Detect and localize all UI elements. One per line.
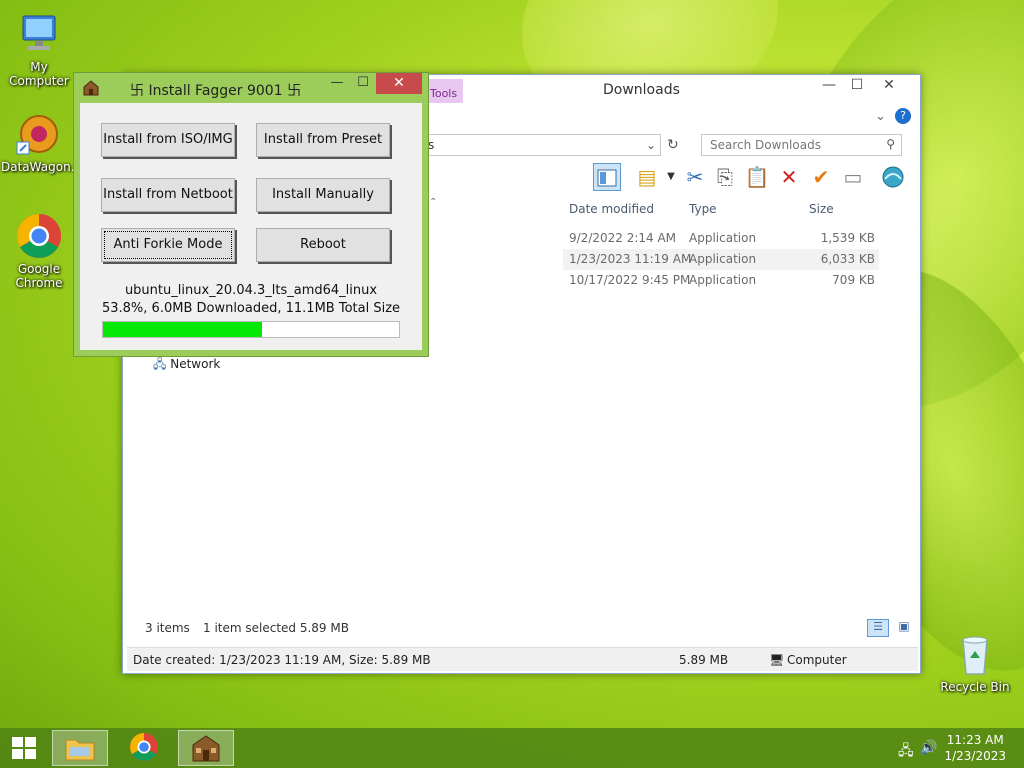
- nav-item-network[interactable]: 🖧 Network: [153, 355, 220, 376]
- row-size: 1,539 KB: [820, 231, 875, 245]
- row-type: Application: [689, 252, 757, 266]
- installer-title-bar[interactable]: 卐 Install Fagger 9001 卐 — ☐ ✕: [74, 73, 428, 103]
- clock-date: 1/23/2023: [944, 749, 1006, 763]
- desktop-icon-datawagon[interactable]: DataWagon...: [1, 110, 83, 174]
- desktop-icon-label: My Computer: [9, 60, 69, 88]
- installer-dialog[interactable]: 卐 Install Fagger 9001 卐 — ☐ ✕ Install fr…: [73, 72, 429, 357]
- desktop-icon-google-chrome[interactable]: Google Chrome: [1, 212, 77, 290]
- install-netboot-button[interactable]: Install from Netboot: [101, 178, 235, 212]
- sort-indicator-icon: ⌃: [429, 197, 438, 208]
- reboot-button[interactable]: Reboot: [256, 228, 390, 262]
- details-view-icon[interactable]: ☰: [867, 619, 889, 637]
- cut-icon[interactable]: ✂: [681, 163, 709, 191]
- recycle-bin-icon: [951, 630, 999, 678]
- status-item-count: 3 items: [145, 621, 190, 635]
- download-progress-bar: [102, 321, 400, 338]
- minimize-button[interactable]: —: [324, 75, 350, 90]
- help-icon[interactable]: ?: [895, 108, 911, 124]
- desktop-icon-label: Google Chrome: [15, 262, 63, 290]
- install-preset-button[interactable]: Install from Preset: [256, 123, 390, 157]
- row-date: 10/17/2022 9:45 PM: [569, 273, 691, 287]
- nav-item-label: Network: [170, 357, 221, 371]
- app-house-icon: [192, 735, 220, 762]
- installer-body: Install from ISO/IMG Install from Preset…: [80, 103, 422, 350]
- close-button[interactable]: ✕: [875, 77, 903, 93]
- row-date: 1/23/2023 11:19 AM: [569, 252, 692, 266]
- desktop-icon-recycle-bin[interactable]: Recycle Bin: [936, 630, 1014, 694]
- ribbon-expand-icon[interactable]: ⌄: [875, 109, 886, 124]
- chrome-icon: [130, 733, 158, 761]
- taskbar-file-explorer[interactable]: [52, 730, 108, 766]
- rename-icon[interactable]: ▭: [839, 163, 867, 191]
- search-input[interactable]: Search Downloads ⚲: [701, 134, 902, 156]
- address-bar[interactable]: s ⌄: [423, 134, 661, 156]
- install-iso-button[interactable]: Install from ISO/IMG: [101, 123, 235, 157]
- preview-pane-icon[interactable]: [593, 163, 621, 191]
- close-button[interactable]: ✕: [376, 73, 422, 94]
- anti-forkie-mode-button[interactable]: Anti Forkie Mode: [101, 228, 235, 262]
- taskbar-installer[interactable]: [178, 730, 234, 766]
- computer-small-icon: 🖥: [769, 653, 785, 667]
- row-size: 6,033 KB: [820, 252, 875, 266]
- desktop-icon-my-computer[interactable]: My Computer: [1, 10, 77, 88]
- desktop-icon-label: Recycle Bin: [940, 680, 1010, 694]
- row-type: Application: [689, 273, 757, 287]
- paste-icon[interactable]: 📋: [743, 163, 771, 191]
- installer-title: 卐 Install Fagger 9001 卐: [130, 80, 301, 100]
- maximize-button[interactable]: ☐: [843, 77, 871, 93]
- status-bar: 3 items 1 item selected 5.89 MB ☰ ▣: [123, 617, 920, 641]
- search-placeholder: Search Downloads: [710, 138, 821, 152]
- title-glyph-right: 卐: [287, 83, 302, 99]
- maximize-button[interactable]: ☐: [350, 75, 376, 90]
- ribbon-tab-tools[interactable]: Tools: [425, 79, 463, 103]
- taskbar-clock[interactable]: 11:23 AM 1/23/2023: [944, 732, 1006, 764]
- app-house-icon: [82, 79, 100, 100]
- chrome-icon: [15, 212, 63, 260]
- row-type: Application: [689, 231, 757, 245]
- row-date: 9/2/2022 2:14 AM: [569, 231, 677, 245]
- network-tray-icon[interactable]: 🖧: [898, 740, 914, 764]
- clock-time: 11:23 AM: [946, 733, 1004, 747]
- explorer-title: Downloads: [603, 82, 680, 98]
- copy-icon[interactable]: ⎘: [711, 163, 739, 191]
- volume-icon[interactable]: 🔊: [920, 740, 937, 756]
- network-icon: 🖧: [153, 357, 167, 371]
- column-size[interactable]: Size: [809, 202, 834, 216]
- download-filename: ubuntu_linux_20.04.3_lts_amd64_linux: [124, 283, 378, 298]
- download-progress-fill: [103, 322, 263, 337]
- table-row[interactable]: 10/17/2022 9:45 PM Application 709 KB: [563, 270, 879, 291]
- table-row[interactable]: 9/2/2022 2:14 AM Application 1,539 KB: [563, 228, 879, 249]
- table-row-selected[interactable]: 1/23/2023 11:19 AM Application 6,033 KB: [563, 249, 879, 270]
- computer-icon: [15, 10, 63, 58]
- column-date-modified[interactable]: Date modified: [569, 202, 654, 216]
- details-location: Computer: [787, 653, 847, 667]
- installer-title-text: Install Fagger 9001: [148, 83, 283, 99]
- taskbar: 🖧 🔊 11:23 AM 1/23/2023: [0, 728, 1024, 768]
- row-size: 709 KB: [832, 273, 875, 287]
- column-type[interactable]: Type: [689, 202, 717, 216]
- windows-logo-icon: [12, 737, 36, 759]
- check-icon[interactable]: ✔: [807, 163, 835, 191]
- download-progress-text: 53.8%, 6.0MB Downloaded, 11.1MB Total Si…: [101, 301, 401, 316]
- shell-icon[interactable]: [879, 163, 907, 191]
- taskbar-chrome[interactable]: [116, 730, 172, 766]
- refresh-icon[interactable]: ↻: [667, 137, 679, 153]
- details-created: Date created: 1/23/2023 11:19 AM, Size: …: [133, 653, 431, 667]
- large-icons-view-icon[interactable]: ▣: [893, 619, 915, 637]
- address-dropdown-icon[interactable]: ⌄: [646, 138, 656, 152]
- desktop-icon-label: DataWagon...: [1, 160, 83, 174]
- details-size: 5.89 MB: [679, 653, 729, 667]
- status-selection: 1 item selected 5.89 MB: [203, 621, 349, 635]
- delete-icon[interactable]: ✕: [775, 163, 803, 191]
- details-bar: Date created: 1/23/2023 11:19 AM, Size: …: [127, 647, 918, 671]
- folder-icon: [65, 739, 95, 761]
- datawagon-icon: [15, 110, 63, 158]
- install-manually-button[interactable]: Install Manually: [256, 178, 390, 212]
- title-glyph-left: 卐: [130, 83, 144, 99]
- minimize-button[interactable]: —: [815, 77, 843, 93]
- search-icon: ⚲: [886, 137, 895, 151]
- start-button[interactable]: [0, 730, 48, 766]
